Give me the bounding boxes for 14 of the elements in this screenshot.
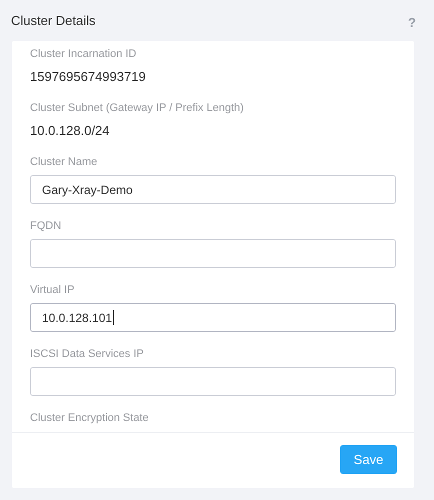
input-field[interactable] — [30, 367, 396, 396]
field-label: Cluster Incarnation ID — [30, 47, 136, 61]
field-label: Cluster Name — [30, 155, 98, 169]
field-value: 1597695674993719 — [30, 68, 146, 86]
input-field[interactable]: 10.0.128.101 — [30, 303, 396, 332]
panel-title: Cluster Details — [11, 12, 96, 30]
field-label: Cluster Subnet (Gateway IP / Prefix Length) — [30, 101, 244, 115]
field-value: 10.0.128.0/24 — [30, 122, 110, 140]
field-label: FQDN — [30, 219, 62, 233]
field-label: Cluster Encryption State — [30, 411, 149, 425]
field-label: Virtual IP — [30, 283, 74, 297]
input-field[interactable]: Gary-Xray-Demo — [30, 175, 396, 204]
input-field[interactable] — [30, 239, 396, 268]
field-label: ISCSI Data Services IP — [30, 347, 144, 361]
